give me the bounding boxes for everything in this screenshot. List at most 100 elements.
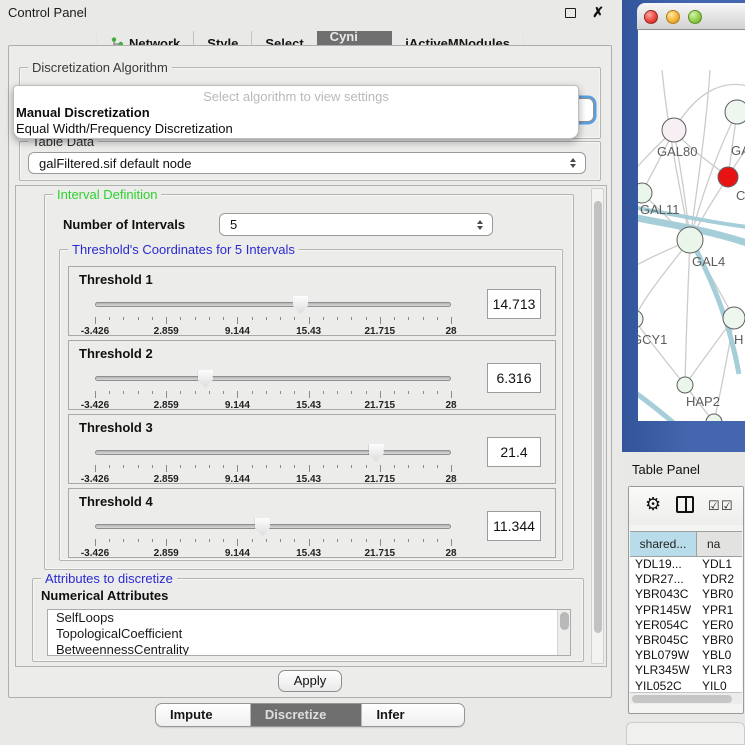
slider-thumb[interactable] — [255, 518, 270, 536]
threshold-slider[interactable]: -3.4262.8599.14415.4321.71528 — [95, 295, 451, 335]
table-row[interactable]: YBR045CYBR0 — [630, 633, 742, 648]
table-data-selected-value: galFiltered.sif default node — [39, 156, 191, 171]
number-of-intervals-combobox[interactable]: 5 — [219, 213, 493, 236]
tab-impute-data[interactable]: Impute Data — [156, 704, 250, 726]
threshold-value-field[interactable]: 21.4 — [487, 437, 541, 467]
apply-button[interactable]: Apply — [278, 670, 342, 692]
close-icon[interactable]: ✗ — [592, 4, 604, 21]
slider-thumb[interactable] — [293, 296, 308, 314]
interval-definition-group: Interval Definition Number of Intervals … — [44, 194, 574, 570]
bottom-tabbar: Impute Data Discretize Data Infer Networ… — [155, 703, 465, 727]
network-node-label: H — [734, 332, 743, 347]
threshold-panel-1: Threshold 1 -3.4262.8599.14415.4321.7152… — [68, 266, 556, 336]
threshold-panel-3: Threshold 3 -3.4262.8599.14415.4321.7152… — [68, 414, 556, 484]
network-window-titlebar — [637, 3, 745, 30]
table-data-group: Table Data galFiltered.sif default node — [19, 141, 601, 181]
slider-thumb[interactable] — [198, 370, 213, 388]
node-table-box: ⚙ ☑ ☑ shared... na YDL19...YDL1YDR27...Y… — [628, 486, 744, 714]
mac-minimize-button[interactable] — [666, 10, 680, 24]
network-node-label: GAL4 — [692, 254, 725, 269]
network-node[interactable] — [677, 227, 703, 253]
number-of-intervals-value: 5 — [230, 217, 237, 232]
table-horizontal-scrollbar[interactable] — [630, 692, 742, 704]
float-window-icon[interactable] — [565, 8, 576, 18]
node-table-body: YDL19...YDL1YDR27...YDR2YBR043CYBR0YPR14… — [630, 557, 742, 694]
slider-track[interactable] — [95, 302, 451, 307]
table-row[interactable]: YDL19...YDL1 — [630, 557, 742, 572]
threshold-label: Threshold 2 — [79, 346, 153, 361]
network-node[interactable] — [718, 167, 738, 187]
slider-track[interactable] — [95, 450, 451, 455]
column-header-shared-name[interactable]: shared... — [630, 532, 697, 556]
algorithm-option-equal-width[interactable]: Equal Width/Frequency Discretization — [14, 121, 578, 137]
control-panel-titlebar: Control Panel ✗ — [0, 0, 620, 26]
slider-track[interactable] — [95, 376, 451, 381]
slider-tick-labels: -3.4262.8599.14415.4321.71528 — [95, 326, 451, 338]
attributes-list-items: SelfLoopsTopologicalCoefficientBetweenne… — [48, 610, 570, 656]
control-panel: Control Panel ✗ Network Style Select — [0, 0, 620, 745]
settings-vertical-scrollbar[interactable] — [591, 188, 604, 664]
network-node-label: C — [736, 188, 745, 203]
threshold-slider[interactable]: -3.4262.8599.14415.4321.71528 — [95, 369, 451, 409]
attribute-list-item[interactable]: SelfLoops — [48, 610, 570, 626]
attributes-group-title: Attributes to discretize — [41, 571, 177, 586]
threshold-label: Threshold 3 — [79, 420, 153, 435]
cyni-content-panel: Discretization Algorithm Select algorith… — [8, 45, 612, 698]
slider-tick-labels: -3.4262.8599.14415.4321.71528 — [95, 548, 451, 560]
network-node[interactable] — [662, 118, 686, 142]
interval-definition-group-title: Interval Definition — [53, 187, 161, 202]
numerical-attributes-heading: Numerical Attributes — [41, 588, 168, 603]
table-row[interactable]: YBL079WYBL0 — [630, 648, 742, 663]
table-row[interactable]: YPR145WYPR1 — [630, 603, 742, 618]
mac-close-button[interactable] — [644, 10, 658, 24]
threshold-coordinates-group-title: Threshold's Coordinates for 5 Intervals — [68, 242, 299, 257]
slider-track[interactable] — [95, 524, 451, 529]
split-columns-icon[interactable] — [676, 496, 694, 513]
checkbox-icon[interactable]: ☑ — [708, 498, 720, 514]
network-node[interactable] — [677, 377, 693, 393]
network-node[interactable] — [723, 307, 745, 329]
network-node-label: HAP2 — [686, 394, 720, 409]
threshold-slider[interactable]: -3.4262.8599.14415.4321.71528 — [95, 443, 451, 483]
control-panel-title: Control Panel — [8, 5, 87, 20]
threshold-value-field[interactable]: 6.316 — [487, 363, 541, 393]
table-header-row: shared... na — [630, 531, 742, 557]
table-row[interactable]: YDR27...YDR2 — [630, 572, 742, 587]
algorithm-option-manual[interactable]: Manual Discretization — [14, 104, 578, 121]
checkbox-icon[interactable]: ☑ — [721, 498, 733, 514]
network-node-label: GAL11 — [640, 202, 680, 217]
attribute-list-item[interactable]: BetweennessCentrality — [48, 642, 570, 656]
network-canvas[interactable]: GAL80GACGAL11GAL4GCY1HHAP2 — [638, 30, 745, 421]
tab-infer-network[interactable]: Infer Network — [361, 704, 464, 726]
table-panel: Table Panel ⚙ ☑ ☑ shared... na YDL19...Y… — [622, 452, 745, 745]
combo-spinner-icon — [477, 220, 483, 230]
gear-icon[interactable]: ⚙ — [645, 494, 661, 515]
slider-thumb[interactable] — [369, 444, 384, 462]
threshold-value-field[interactable]: 14.713 — [487, 289, 541, 319]
table-row[interactable]: YER054CYER0 — [630, 618, 742, 633]
slider-ticks — [95, 317, 451, 325]
table-row[interactable]: YLR345WYLR3 — [630, 663, 742, 678]
threshold-value-field[interactable]: 11.344 — [487, 511, 541, 541]
table-toolbar: ⚙ ☑ ☑ — [629, 487, 743, 525]
combo-spinner-icon — [570, 158, 576, 168]
network-node-label: GAL80 — [657, 144, 697, 159]
slider-tick-labels: -3.4262.8599.14415.4321.71528 — [95, 400, 451, 412]
numerical-attributes-list[interactable]: SelfLoopsTopologicalCoefficientBetweenne… — [47, 609, 571, 656]
table-row[interactable]: YBR043CYBR0 — [630, 587, 742, 602]
tab-discretize-data[interactable]: Discretize Data — [250, 704, 362, 726]
table-panel-bottom-strip — [626, 722, 745, 745]
slider-ticks — [95, 391, 451, 399]
network-node[interactable] — [725, 100, 745, 124]
table-data-combobox[interactable]: galFiltered.sif default node — [28, 152, 586, 174]
mac-zoom-button[interactable] — [688, 10, 702, 24]
threshold-slider[interactable]: -3.4262.8599.14415.4321.71528 — [95, 517, 451, 557]
algorithm-dropdown-popup: Select algorithm to view settings Manual… — [13, 85, 579, 139]
threshold-label: Threshold 1 — [79, 272, 153, 287]
attributes-list-scrollbar[interactable] — [557, 610, 570, 655]
column-header-name[interactable]: na — [697, 532, 742, 556]
slider-ticks — [95, 465, 451, 473]
attribute-list-item[interactable]: TopologicalCoefficient — [48, 626, 570, 642]
threshold-label: Threshold 4 — [79, 494, 153, 509]
network-node[interactable] — [638, 310, 643, 328]
